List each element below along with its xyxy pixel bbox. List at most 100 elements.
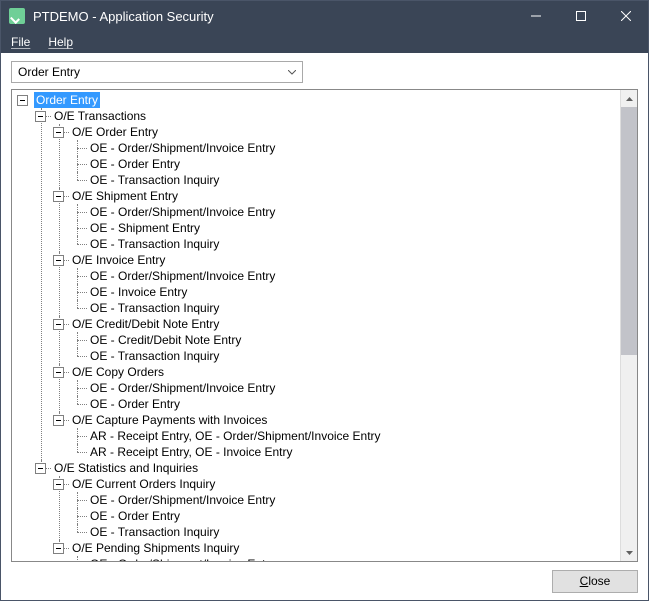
tree-row[interactable]: OE - Order Entry: [88, 156, 620, 172]
tree-label[interactable]: AR - Receipt Entry, OE - Order/Shipment/…: [88, 428, 383, 444]
close-window-button[interactable]: [603, 1, 648, 31]
tree-row[interactable]: O/E Order Entry: [70, 124, 620, 140]
titlebar[interactable]: PTDEMO - Application Security: [1, 1, 648, 31]
tree-row[interactable]: AR - Receipt Entry, OE - Invoice Entry: [88, 444, 620, 460]
collapse-icon[interactable]: [53, 319, 64, 330]
tree-label[interactable]: OE - Transaction Inquiry: [88, 300, 221, 316]
tree-node: O/E Statistics and InquiriesO/E Current …: [34, 460, 620, 561]
collapse-icon[interactable]: [53, 479, 64, 490]
tree-row[interactable]: OE - Order/Shipment/Invoice Entry: [88, 380, 620, 396]
tree-row[interactable]: Order Entry: [34, 92, 620, 108]
collapse-icon[interactable]: [53, 543, 64, 554]
tree-row[interactable]: O/E Statistics and Inquiries: [52, 460, 620, 476]
tree-label[interactable]: O/E Statistics and Inquiries: [52, 460, 200, 476]
tree-label[interactable]: O/E Invoice Entry: [70, 252, 167, 268]
tree-row[interactable]: OE - Shipment Entry: [88, 220, 620, 236]
tree-label[interactable]: O/E Capture Payments with Invoices: [70, 412, 269, 428]
tree-label[interactable]: O/E Order Entry: [70, 124, 160, 140]
scroll-down-button[interactable]: [621, 544, 637, 561]
tree-row[interactable]: O/E Transactions: [52, 108, 620, 124]
tree-row[interactable]: O/E Current Orders Inquiry: [70, 476, 620, 492]
tree-row[interactable]: OE - Order/Shipment/Invoice Entry: [88, 140, 620, 156]
tree-row[interactable]: OE - Order/Shipment/Invoice Entry: [88, 268, 620, 284]
tree-row[interactable]: OE - Order/Shipment/Invoice Entry: [88, 556, 620, 561]
maximize-button[interactable]: [558, 1, 603, 31]
tree-label[interactable]: OE - Order/Shipment/Invoice Entry: [88, 268, 277, 284]
tree-label[interactable]: OE - Order Entry: [88, 508, 182, 524]
tree-row[interactable]: OE - Transaction Inquiry: [88, 348, 620, 364]
collapse-icon[interactable]: [35, 463, 46, 474]
collapse-icon[interactable]: [35, 111, 46, 122]
tree-node: O/E Credit/Debit Note EntryOE - Credit/D…: [52, 316, 620, 364]
tree-label[interactable]: OE - Transaction Inquiry: [88, 524, 221, 540]
tree-row[interactable]: OE - Order Entry: [88, 508, 620, 524]
tree-label[interactable]: AR - Receipt Entry, OE - Invoice Entry: [88, 444, 295, 460]
tree-label[interactable]: O/E Current Orders Inquiry: [70, 476, 217, 492]
tree-node: O/E Order EntryOE - Order/Shipment/Invoi…: [52, 124, 620, 188]
collapse-icon[interactable]: [53, 415, 64, 426]
tree-node: OE - Order Entry: [70, 508, 620, 524]
scrollbar-thumb[interactable]: [621, 107, 637, 355]
scroll-up-button[interactable]: [621, 90, 637, 107]
tree-label[interactable]: O/E Credit/Debit Note Entry: [70, 316, 221, 332]
tree-label[interactable]: O/E Transactions: [52, 108, 148, 124]
tree-label[interactable]: O/E Shipment Entry: [70, 188, 180, 204]
tree-row[interactable]: OE - Order Entry: [88, 396, 620, 412]
tree-row[interactable]: O/E Pending Shipments Inquiry: [70, 540, 620, 556]
tree-label[interactable]: OE - Transaction Inquiry: [88, 348, 221, 364]
tree-row[interactable]: OE - Transaction Inquiry: [88, 172, 620, 188]
collapse-icon[interactable]: [17, 95, 28, 106]
close-button[interactable]: Close: [552, 570, 638, 593]
minimize-button[interactable]: [513, 1, 558, 31]
tree-node: AR - Receipt Entry, OE - Invoice Entry: [70, 444, 620, 460]
tree-label[interactable]: OE - Order/Shipment/Invoice Entry: [88, 556, 277, 561]
close-button-label: Close: [580, 574, 611, 588]
tree-row[interactable]: AR - Receipt Entry, OE - Order/Shipment/…: [88, 428, 620, 444]
tree-label[interactable]: OE - Transaction Inquiry: [88, 236, 221, 252]
tree-row[interactable]: OE - Transaction Inquiry: [88, 524, 620, 540]
tree-row[interactable]: O/E Capture Payments with Invoices: [70, 412, 620, 428]
tree-label[interactable]: OE - Shipment Entry: [88, 220, 202, 236]
tree-label[interactable]: O/E Pending Shipments Inquiry: [70, 540, 241, 556]
tree-row[interactable]: OE - Order/Shipment/Invoice Entry: [88, 492, 620, 508]
collapse-icon[interactable]: [53, 127, 64, 138]
tree-node: Order EntryO/E TransactionsO/E Order Ent…: [16, 92, 620, 561]
tree-label[interactable]: OE - Transaction Inquiry: [88, 172, 221, 188]
tree-row[interactable]: O/E Shipment Entry: [70, 188, 620, 204]
tree-node: OE - Transaction Inquiry: [70, 348, 620, 364]
footer-bar: Close: [1, 562, 648, 600]
tree-row[interactable]: OE - Transaction Inquiry: [88, 236, 620, 252]
tree-row[interactable]: O/E Credit/Debit Note Entry: [70, 316, 620, 332]
menu-file[interactable]: File: [11, 35, 30, 49]
vertical-scrollbar[interactable]: [620, 90, 637, 561]
tree-row[interactable]: O/E Invoice Entry: [70, 252, 620, 268]
tree-row[interactable]: O/E Copy Orders: [70, 364, 620, 380]
collapse-icon[interactable]: [53, 255, 64, 266]
tree-node: OE - Transaction Inquiry: [70, 524, 620, 540]
tree-label[interactable]: OE - Order/Shipment/Invoice Entry: [88, 140, 277, 156]
module-select[interactable]: Order Entry: [11, 61, 303, 83]
tree-row[interactable]: OE - Invoice Entry: [88, 284, 620, 300]
tree-label[interactable]: OE - Order Entry: [88, 396, 182, 412]
tree-view[interactable]: Order EntryO/E TransactionsO/E Order Ent…: [12, 90, 620, 561]
tree-label[interactable]: OE - Order Entry: [88, 156, 182, 172]
app-icon: [9, 8, 25, 24]
tree-row[interactable]: OE - Credit/Debit Note Entry: [88, 332, 620, 348]
tree-label[interactable]: Order Entry: [34, 92, 100, 108]
scrollbar-track[interactable]: [621, 355, 637, 544]
tree-node: O/E Shipment EntryOE - Order/Shipment/In…: [52, 188, 620, 252]
tree-label[interactable]: OE - Credit/Debit Note Entry: [88, 332, 243, 348]
menu-help[interactable]: Help: [48, 35, 73, 49]
tree-row[interactable]: OE - Order/Shipment/Invoice Entry: [88, 204, 620, 220]
tree-node: OE - Order Entry: [70, 396, 620, 412]
tree-label[interactable]: OE - Invoice Entry: [88, 284, 189, 300]
tree-node: OE - Order/Shipment/Invoice Entry: [70, 204, 620, 220]
collapse-icon[interactable]: [53, 367, 64, 378]
tree-label[interactable]: O/E Copy Orders: [70, 364, 166, 380]
chevron-down-icon: [286, 66, 298, 78]
tree-label[interactable]: OE - Order/Shipment/Invoice Entry: [88, 492, 277, 508]
collapse-icon[interactable]: [53, 191, 64, 202]
tree-label[interactable]: OE - Order/Shipment/Invoice Entry: [88, 204, 277, 220]
tree-row[interactable]: OE - Transaction Inquiry: [88, 300, 620, 316]
tree-label[interactable]: OE - Order/Shipment/Invoice Entry: [88, 380, 277, 396]
